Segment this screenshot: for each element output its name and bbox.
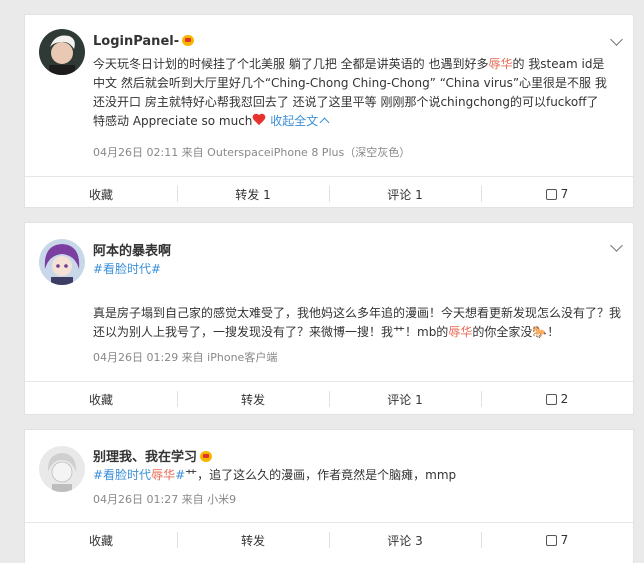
post-card: LoginPanel- 今天玩冬日计划的时候挂了个北美服 躺了几把 全都是讲英语… <box>24 14 634 208</box>
username[interactable]: 别理我、我在学习 <box>93 446 213 465</box>
post-card: 阿本的暴表啊 #看脸时代# 真是房子塌到自己家的感觉太难受了，我他妈这么多年追的… <box>24 222 634 415</box>
horse-emoji-icon: 🐎 <box>532 325 548 339</box>
username[interactable]: LoginPanel- <box>93 34 195 49</box>
favorite-button[interactable]: 收藏 <box>25 523 177 557</box>
action-bar: 收藏 转发 1 评论 1 7 <box>25 176 633 211</box>
vip-crown-icon <box>200 451 213 462</box>
vip-crown-icon <box>182 35 195 46</box>
like-button[interactable]: 7 <box>481 177 633 211</box>
collapse-link[interactable]: 收起全文 <box>270 114 330 128</box>
action-bar: 收藏 转发 评论 1 2 <box>25 381 633 416</box>
like-button[interactable]: 7 <box>481 523 633 557</box>
keyword-highlight[interactable]: 辱华 <box>448 325 472 339</box>
repost-button[interactable]: 转发 <box>177 523 329 557</box>
red-heart-icon <box>252 114 266 126</box>
comment-button[interactable]: 评论 3 <box>329 523 481 557</box>
topic-link[interactable]: #看脸时代辱华# <box>93 468 185 482</box>
thumbs-up-icon <box>545 534 557 546</box>
chevron-up-icon <box>319 117 330 128</box>
avatar[interactable] <box>39 239 85 285</box>
username[interactable]: 阿本的暴表啊 <box>93 240 171 259</box>
favorite-button[interactable]: 收藏 <box>25 177 177 211</box>
thumbs-up-icon <box>545 393 557 405</box>
like-button[interactable]: 2 <box>481 382 633 416</box>
repost-button[interactable]: 转发 1 <box>177 177 329 211</box>
topic-link[interactable]: #看脸时代# <box>93 260 613 279</box>
post-text: 今天玩冬日计划的时候挂了个北美服 躺了几把 全都是讲英语的 也遇到好多辱华的 我… <box>93 57 607 128</box>
thumbs-up-icon <box>545 188 557 200</box>
comment-button[interactable]: 评论 1 <box>329 382 481 416</box>
comment-button[interactable]: 评论 1 <box>329 177 481 211</box>
post-meta: 04月26日 01:27 来自 小米9 <box>93 493 237 506</box>
post-text: 真是房子塌到自己家的感觉太难受了，我他妈这么多年追的漫画！今天想看更新发现怎么没… <box>93 306 622 339</box>
post-text: #看脸时代辱华#艹，追了这么久的漫画，作者竟然是个脑瘫，mmp <box>93 468 457 482</box>
chevron-down-icon[interactable] <box>610 33 623 46</box>
avatar[interactable] <box>39 446 85 492</box>
avatar[interactable] <box>39 29 85 75</box>
post-card: 别理我、我在学习 #看脸时代辱华#艹，追了这么久的漫画，作者竟然是个脑瘫，mmp… <box>24 429 634 563</box>
keyword-highlight[interactable]: 辱华 <box>488 57 512 71</box>
post-meta: 04月26日 01:29 来自 iPhone客户端 <box>93 351 278 364</box>
post-meta: 04月26日 02:11 来自 OuterspaceiPhone 8 Plus（… <box>93 146 411 159</box>
action-bar: 收藏 转发 评论 3 7 <box>25 522 633 557</box>
favorite-button[interactable]: 收藏 <box>25 382 177 416</box>
repost-button[interactable]: 转发 <box>177 382 329 416</box>
chevron-down-icon[interactable] <box>610 239 623 252</box>
